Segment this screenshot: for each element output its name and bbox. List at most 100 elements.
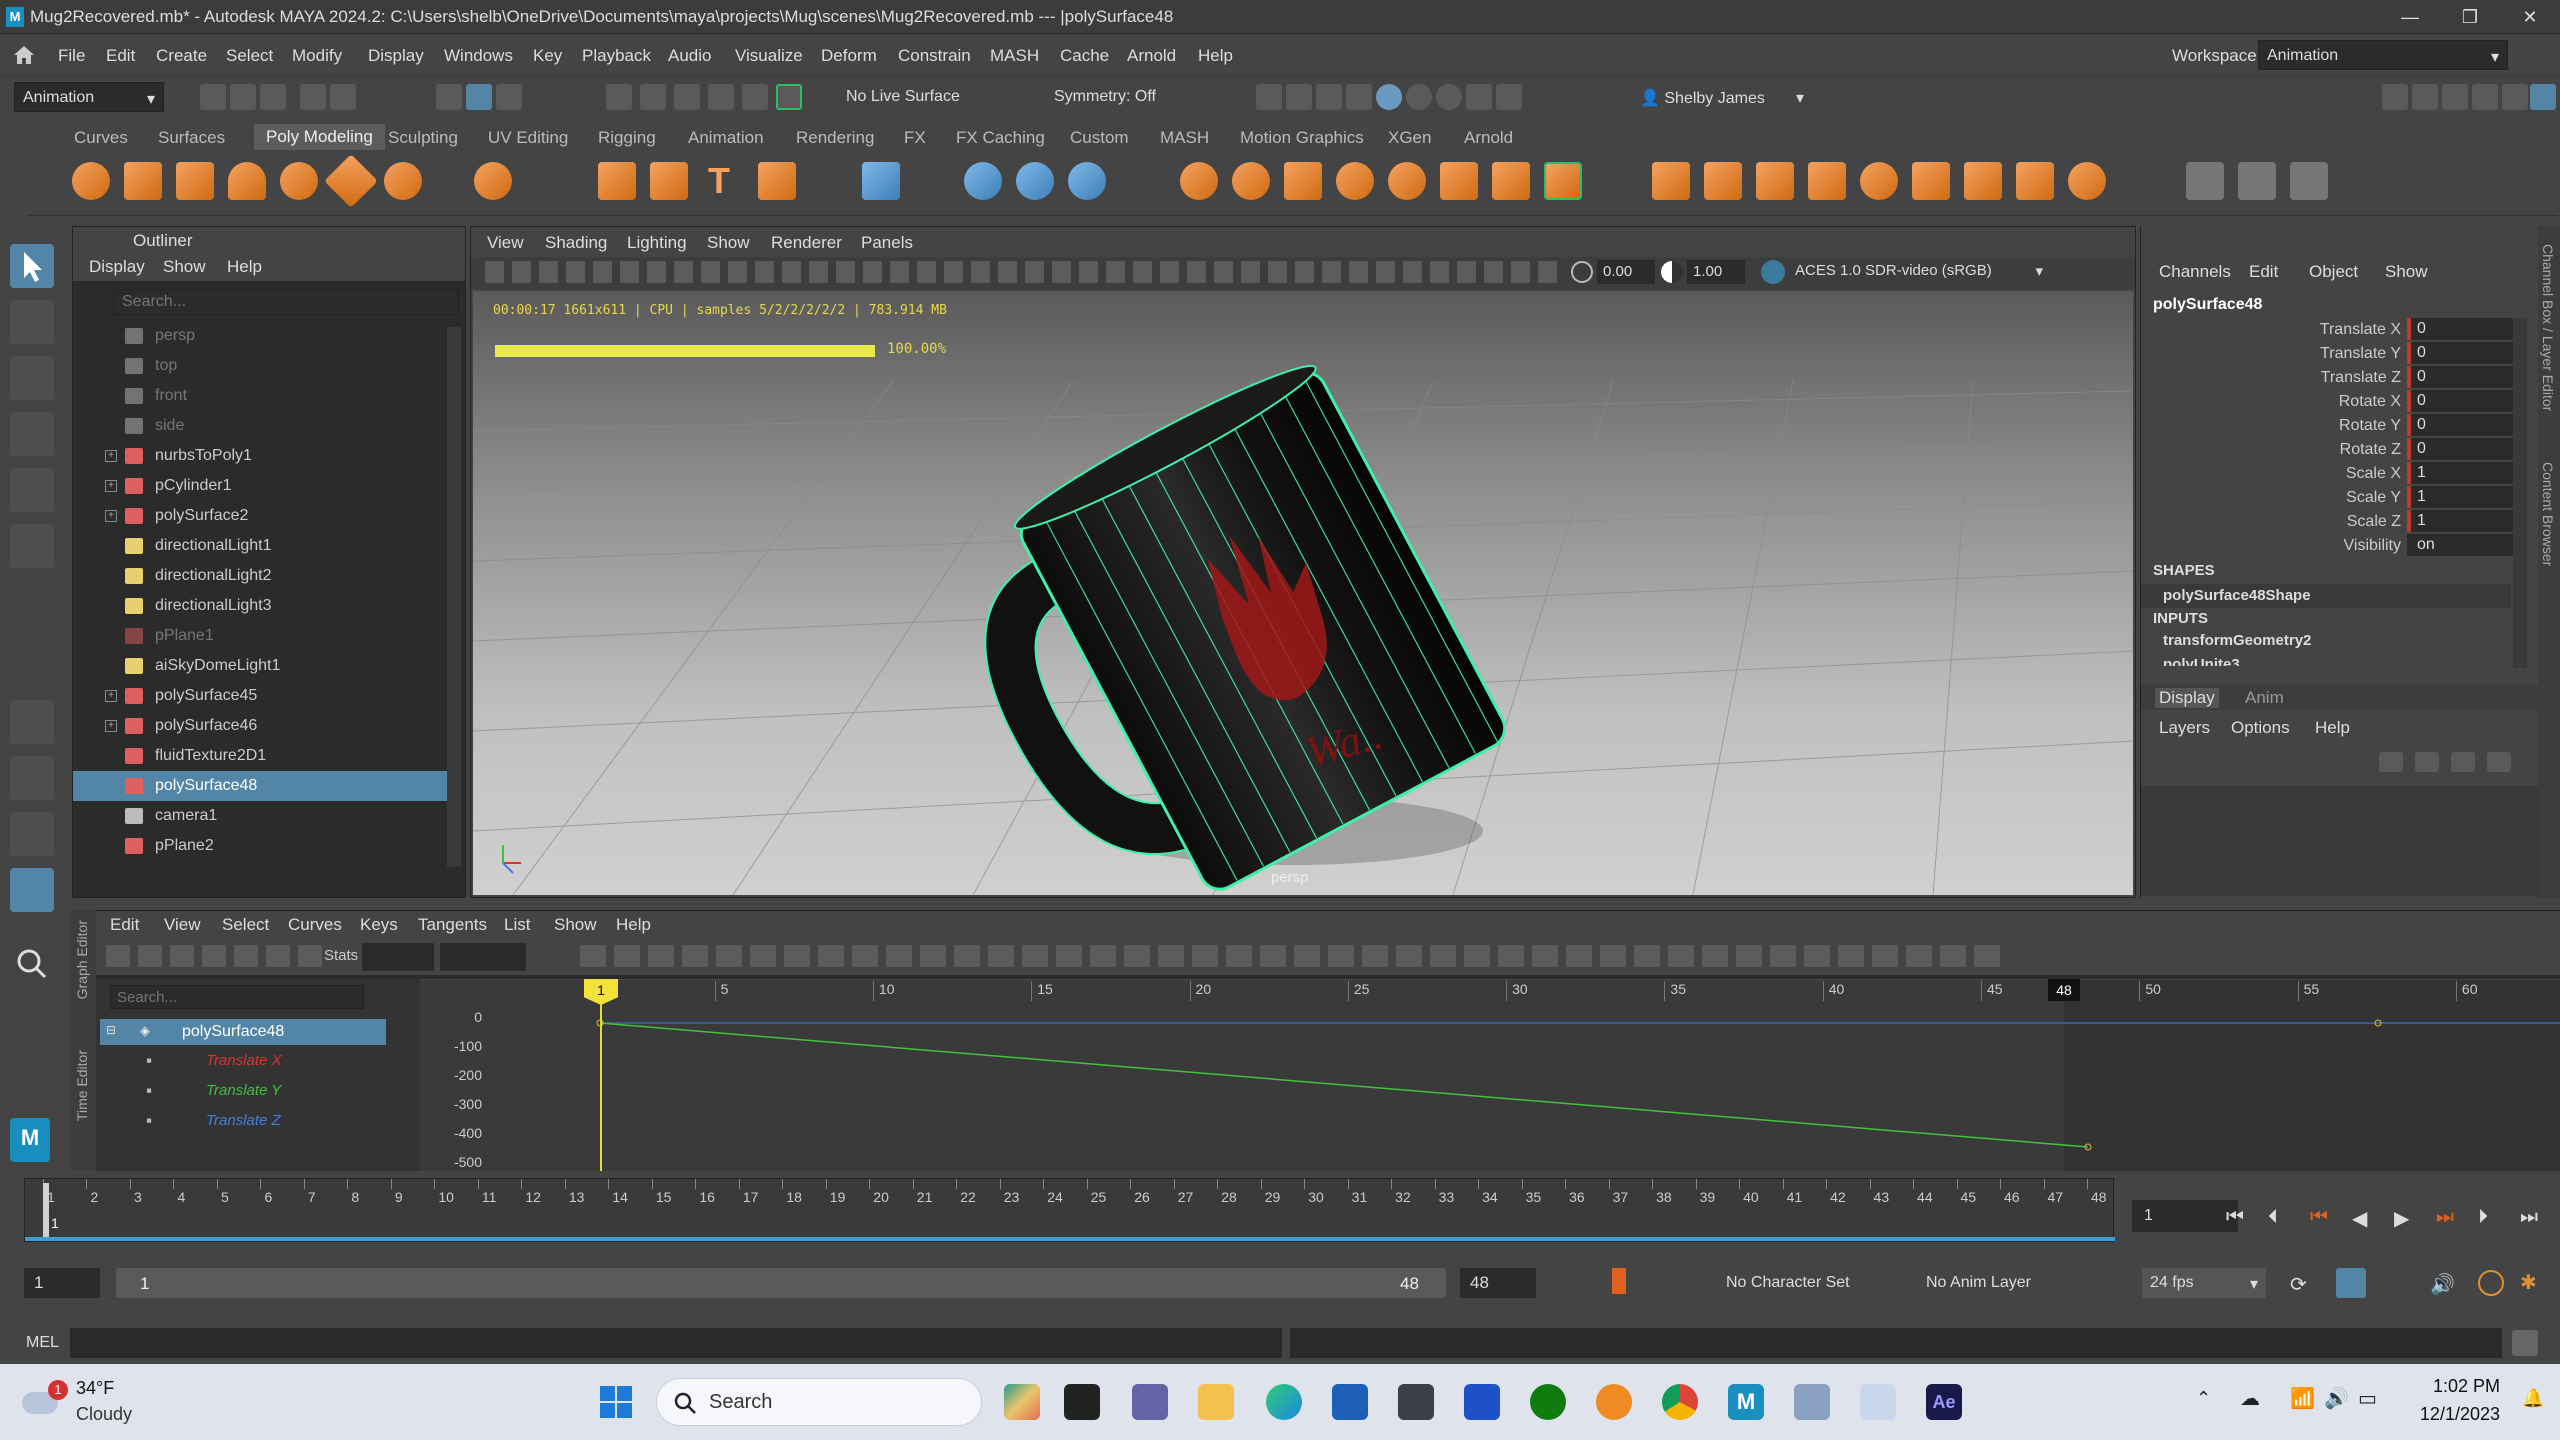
graph-tool-button-icon[interactable] xyxy=(1838,945,1864,967)
graph-tool-button-icon[interactable] xyxy=(298,945,322,967)
graph-tool-button-icon[interactable] xyxy=(266,945,290,967)
ge-menu-list[interactable]: List xyxy=(504,915,530,935)
graph-tool-button-icon[interactable] xyxy=(1362,945,1388,967)
ge-menu-show[interactable]: Show xyxy=(554,915,597,935)
fill-hole-icon[interactable] xyxy=(1860,162,1898,200)
shelf-tab-surfaces[interactable]: Surfaces xyxy=(158,128,225,148)
outliner-menu-show[interactable]: Show xyxy=(163,257,206,277)
graph-tool-button-icon[interactable] xyxy=(1464,945,1490,967)
graph-tool-button-icon[interactable] xyxy=(648,945,674,967)
graph-tool-button-icon[interactable] xyxy=(1226,945,1252,967)
fps-dropdown[interactable]: 24 fps ▾ xyxy=(2142,1268,2266,1298)
graph-tool-button-icon[interactable] xyxy=(1736,945,1762,967)
super-shape-icon[interactable] xyxy=(598,162,636,200)
viewport-toolbar-button-icon[interactable] xyxy=(701,261,720,283)
go-to-start-icon[interactable]: ⏮ xyxy=(2226,1206,2244,1229)
channel-menu-channels[interactable]: Channels xyxy=(2159,262,2231,282)
expand-icon[interactable]: + xyxy=(105,450,117,462)
menu-playback[interactable]: Playback xyxy=(582,46,651,66)
current-frame-field[interactable]: 1 xyxy=(2132,1200,2238,1232)
ge-menu-keys[interactable]: Keys xyxy=(360,915,398,935)
graph-tool-button-icon[interactable] xyxy=(1872,945,1898,967)
viewport-toolbar-button-icon[interactable] xyxy=(539,261,558,283)
shelf-tab-curves[interactable]: Curves xyxy=(74,128,128,148)
graph-tool-button-icon[interactable] xyxy=(1090,945,1116,967)
graph-tool-button-icon[interactable] xyxy=(580,945,606,967)
shelf-tab-fx-caching[interactable]: FX Caching xyxy=(956,128,1045,148)
viewport-toolbar-button-icon[interactable] xyxy=(1052,261,1071,283)
layer-list[interactable] xyxy=(2141,786,2539,896)
viewport-toolbar-button-icon[interactable] xyxy=(1133,261,1152,283)
graph-tool-button-icon[interactable] xyxy=(954,945,980,967)
graph-tool-button-icon[interactable] xyxy=(1770,945,1796,967)
viewport-toolbar-button-icon[interactable] xyxy=(1187,261,1206,283)
menu-visualize[interactable]: Visualize xyxy=(735,46,803,66)
clock-date[interactable]: 12/1/2023 xyxy=(2404,1404,2500,1425)
graph-tool-button-icon[interactable] xyxy=(1158,945,1184,967)
step-back-key-icon[interactable]: ⏮ xyxy=(2310,1206,2328,1229)
sound-icon[interactable]: 🔊 xyxy=(2430,1272,2456,1296)
color-management-icon[interactable] xyxy=(1761,260,1785,284)
mel-input[interactable] xyxy=(70,1328,1282,1358)
poly-sphere-icon[interactable] xyxy=(72,162,110,200)
side-tab-channel-box[interactable]: Channel Box / Layer Editor xyxy=(2540,244,2556,411)
open-scene-icon[interactable] xyxy=(230,84,256,110)
outliner-item[interactable]: polySurface48 xyxy=(73,771,447,801)
paint-select-tool-icon[interactable] xyxy=(10,356,54,400)
task-view-icon[interactable] xyxy=(1064,1384,1100,1420)
shelf-tab-motion-graphics[interactable]: Motion Graphics xyxy=(1240,128,1364,148)
graph-tool-button-icon[interactable] xyxy=(1702,945,1728,967)
menu-help[interactable]: Help xyxy=(1198,46,1233,66)
viewport-toolbar-button-icon[interactable] xyxy=(1322,261,1341,283)
chrome-icon[interactable] xyxy=(1662,1384,1698,1420)
graph-tool-button-icon[interactable] xyxy=(202,945,226,967)
menu-display[interactable]: Display xyxy=(368,46,424,66)
menu-edit[interactable]: Edit xyxy=(106,46,135,66)
close-button[interactable]: ✕ xyxy=(2500,0,2560,34)
channel-row[interactable]: Rotate X 0 xyxy=(2141,390,2539,414)
viewport-toolbar-button-icon[interactable] xyxy=(1376,261,1395,283)
graph-tool-button-icon[interactable] xyxy=(1804,945,1830,967)
bookmark-icon[interactable] xyxy=(1612,1268,1626,1294)
ge-menu-curves[interactable]: Curves xyxy=(288,915,342,935)
viewport-toolbar-button-icon[interactable] xyxy=(1268,261,1287,283)
snipping-tool-icon[interactable] xyxy=(1860,1384,1896,1420)
minimize-button[interactable]: — xyxy=(2380,0,2440,34)
layout-toggle-icon[interactable] xyxy=(2530,84,2556,110)
viewport-toolbar-button-icon[interactable] xyxy=(836,261,855,283)
graph-tool-button-icon[interactable] xyxy=(1396,945,1422,967)
expand-icon[interactable]: + xyxy=(105,720,117,732)
arnold-light-icon[interactable] xyxy=(1466,84,1492,110)
character-set-dropdown[interactable]: No Character Set xyxy=(1726,1268,1916,1298)
viewport-toolbar-button-icon[interactable] xyxy=(674,261,693,283)
channel-box-toggle-icon[interactable] xyxy=(2502,84,2528,110)
clock-time[interactable]: 1:02 PM xyxy=(2404,1376,2500,1397)
time-slider-playhead[interactable] xyxy=(43,1183,49,1239)
combine-icon[interactable] xyxy=(1180,162,1218,200)
outliner-layout-icon[interactable] xyxy=(10,868,54,912)
channel-value[interactable]: 1 xyxy=(2407,462,2513,484)
user-account-dropdown[interactable]: 👤 Shelby James ▾ xyxy=(1632,82,1812,112)
graph-tool-button-icon[interactable] xyxy=(1294,945,1320,967)
viewport-toolbar-button-icon[interactable] xyxy=(1106,261,1125,283)
graph-tool-button-icon[interactable] xyxy=(716,945,742,967)
restore-button[interactable]: ❐ xyxy=(2440,0,2500,34)
search-icon[interactable] xyxy=(10,942,54,986)
ge-menu-tangents[interactable]: Tangents xyxy=(418,915,487,935)
expand-icon[interactable]: + xyxy=(105,690,117,702)
wifi-icon[interactable]: 📶 xyxy=(2290,1386,2315,1411)
multi-cut-icon[interactable] xyxy=(1964,162,2002,200)
notification-icon[interactable]: 🔔 xyxy=(2522,1388,2544,1409)
pause-icon[interactable] xyxy=(1496,84,1522,110)
file-explorer-icon[interactable] xyxy=(1198,1384,1234,1420)
viewport-toolbar-button-icon[interactable] xyxy=(1241,261,1260,283)
snap-curve-icon[interactable] xyxy=(640,84,666,110)
graph-tool-button-icon[interactable] xyxy=(750,945,776,967)
viewport-3d[interactable]: Wa.. 00:00:17 1661x611 | CPU | samples 5… xyxy=(473,291,2133,895)
humanik-icon[interactable] xyxy=(2412,84,2438,110)
viewport-toolbar-button-icon[interactable] xyxy=(620,261,639,283)
outliner-item[interactable]: + polySurface2 xyxy=(73,501,447,531)
outliner-item[interactable]: top xyxy=(73,351,447,381)
outliner-item[interactable]: camera1 xyxy=(73,801,447,831)
shelf-tab-rendering[interactable]: Rendering xyxy=(796,128,874,148)
